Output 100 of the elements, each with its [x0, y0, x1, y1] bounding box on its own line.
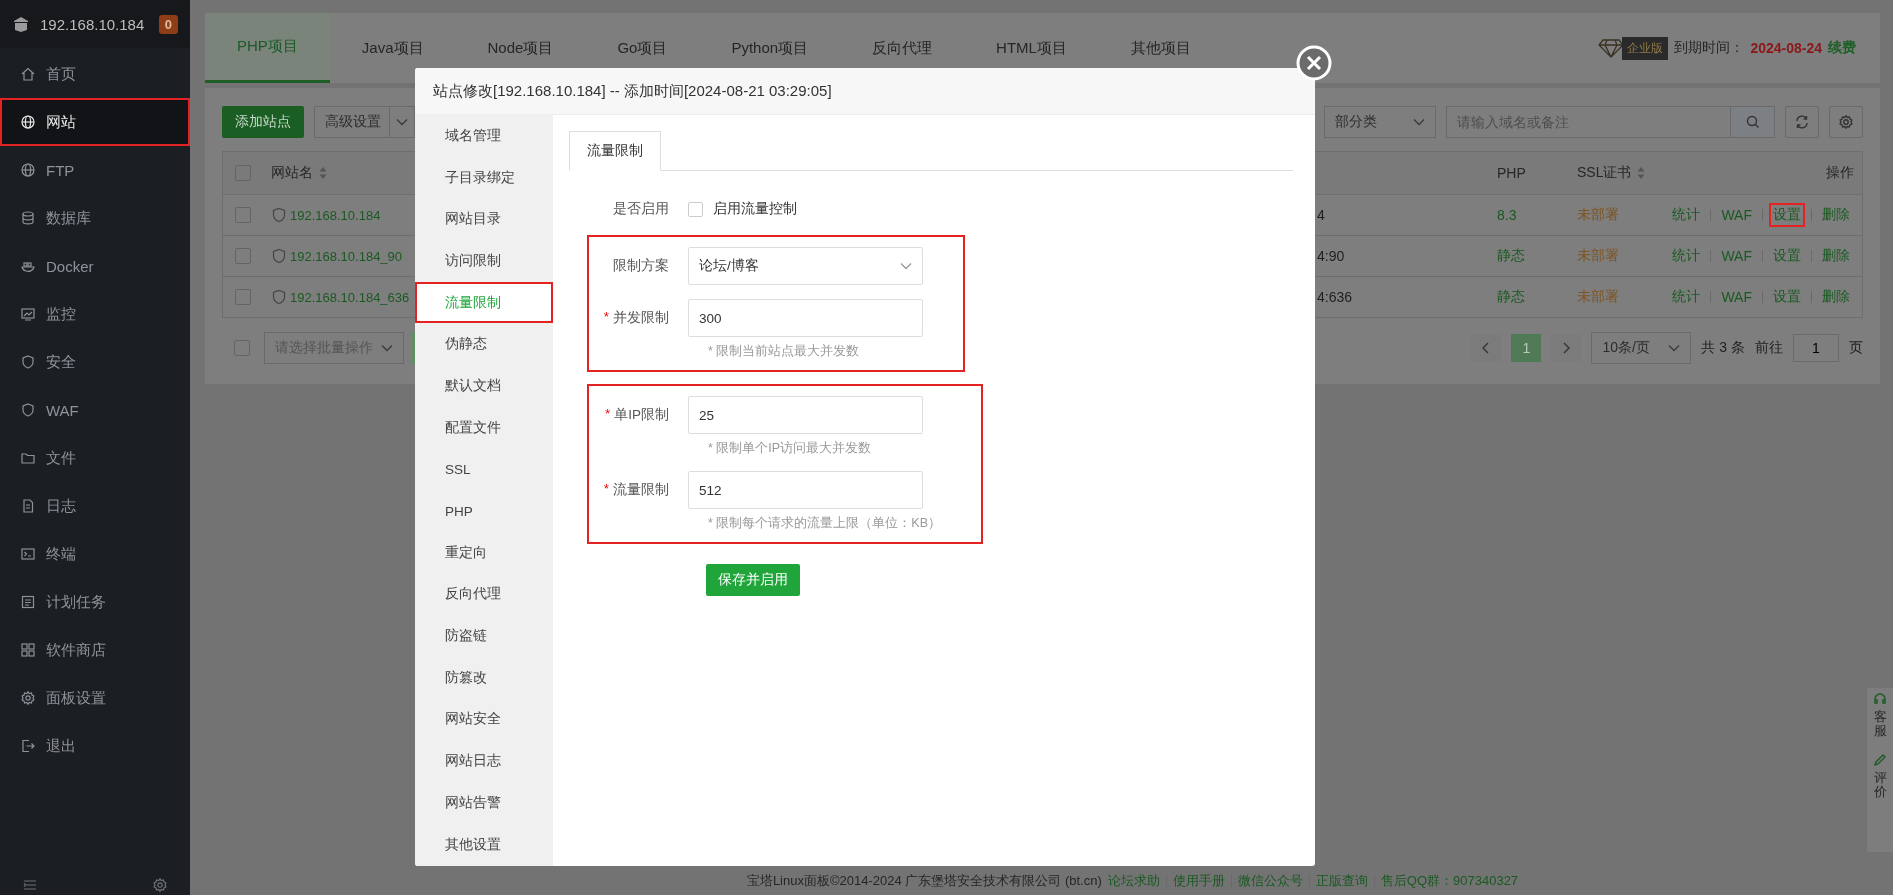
action-link[interactable]: 删除	[1818, 285, 1854, 309]
php-version[interactable]: 静态	[1497, 247, 1525, 263]
sidebar-item[interactable]: FTP	[0, 146, 190, 194]
site-name-link[interactable]: 192.168.10.184_90	[290, 248, 403, 264]
field-hint: * 限制当前站点最大并发数	[708, 343, 861, 360]
site-name-link[interactable]: 192.168.10.184	[290, 207, 381, 223]
page-button[interactable]: 1	[1511, 334, 1542, 362]
action-link[interactable]: WAF	[1717, 245, 1756, 267]
checkbox[interactable]	[234, 340, 250, 356]
sidebar-item[interactable]: 监控	[0, 290, 190, 338]
site-name-link[interactable]: 192.168.10.184_636	[290, 289, 410, 305]
gear-icon[interactable]	[1838, 114, 1854, 130]
refresh-button[interactable]	[1785, 106, 1819, 138]
field-hint: * 限制每个请求的流量上限（单位：KB）	[708, 515, 941, 532]
sidebar-item[interactable]: 软件商店	[0, 626, 190, 674]
dialog-nav-item[interactable]: 防篡改	[415, 656, 553, 699]
sidebar-item[interactable]: 日志	[0, 482, 190, 530]
search-button[interactable]	[1731, 106, 1775, 138]
dialog-nav-item[interactable]: 域名管理	[415, 115, 553, 157]
action-link[interactable]: 统计	[1668, 203, 1705, 227]
search-icon[interactable]	[1744, 114, 1761, 130]
widget-label[interactable]: 评价	[1873, 770, 1887, 800]
page-size-select[interactable]: 10条/页	[1591, 332, 1692, 364]
dialog-nav-item[interactable]: 默认文档	[415, 365, 553, 407]
checkbox[interactable]	[235, 289, 251, 305]
dialog-nav-item[interactable]: 其他设置	[415, 823, 553, 866]
column-header[interactable]: 网站名	[271, 164, 327, 182]
action-link[interactable]: 设置	[1769, 203, 1805, 227]
sidebar-item[interactable]: 文件	[0, 434, 190, 482]
total-count: 共 3 条	[1701, 339, 1745, 357]
dialog-nav-item[interactable]: 访问限制	[415, 240, 553, 282]
category-select[interactable]: 部分类	[1324, 106, 1436, 138]
scheme-select[interactable]: 论坛/博客	[688, 247, 923, 285]
page-input[interactable]: 1	[1793, 334, 1839, 362]
refresh-icon[interactable]	[1794, 114, 1810, 130]
php-version[interactable]: 静态	[1497, 288, 1525, 304]
action-link[interactable]: WAF	[1717, 286, 1756, 308]
dialog-nav-item[interactable]: 伪静态	[415, 323, 553, 366]
add-site-button[interactable]: 添加站点	[222, 106, 304, 138]
dialog-nav-item[interactable]: 反向代理	[415, 573, 553, 616]
sidebar-item[interactable]: 计划任务	[0, 578, 190, 626]
sidebar-item[interactable]: 面板设置	[0, 674, 190, 722]
sort-icon[interactable]	[1637, 166, 1646, 180]
action-link[interactable]: 删除	[1818, 244, 1854, 268]
grid-icon	[20, 642, 36, 658]
sidebar-item[interactable]: 首页	[0, 50, 190, 98]
save-enable-button[interactable]: 保存并启用	[706, 564, 800, 596]
action-link[interactable]: 设置	[1769, 285, 1805, 309]
dialog-nav-item[interactable]: PHP	[415, 490, 553, 532]
dialog-nav-item[interactable]: 网站安全	[415, 698, 553, 741]
side-widget[interactable]: 客服 评价	[1867, 688, 1893, 852]
required-mark: *	[603, 309, 609, 326]
dialog-nav-item[interactable]: 网站日志	[415, 740, 553, 782]
sidebar-item[interactable]: WAF	[0, 386, 190, 434]
dialog-tab[interactable]: 流量限制	[569, 131, 661, 171]
input-field[interactable]: 300	[688, 299, 923, 337]
checkbox[interactable]	[235, 248, 251, 264]
sidebar-item[interactable]: 数据库	[0, 194, 190, 242]
gear-icon[interactable]	[152, 877, 168, 893]
sidebar-item[interactable]: 网站	[0, 98, 190, 146]
dialog-nav-item[interactable]: 配置文件	[415, 406, 553, 449]
dialog-nav-item[interactable]: 网站目录	[415, 198, 553, 241]
action-link[interactable]: 设置	[1769, 244, 1805, 268]
column-header[interactable]: SSL证书	[1577, 164, 1646, 182]
caret-icon	[381, 344, 393, 352]
sidebar-item[interactable]: Docker	[0, 242, 190, 290]
terminal-icon	[20, 546, 36, 562]
project-tab[interactable]: PHP项目	[205, 13, 330, 83]
action-link[interactable]: WAF	[1717, 204, 1756, 226]
copyright-text: 宝塔Linux面板©2014-2024 广东堡塔安全技术有限公司 (bt.cn)	[746, 872, 1102, 890]
dialog-nav-item[interactable]: SSL	[415, 448, 553, 491]
checkbox[interactable]	[235, 207, 251, 223]
notification-badge[interactable]: 0	[158, 14, 178, 34]
close-icon[interactable]	[1296, 45, 1332, 81]
sidebar-item[interactable]: 安全	[0, 338, 190, 386]
project-tab[interactable]: Java项目	[329, 13, 456, 83]
checkbox-label[interactable]: 启用流量控制	[713, 200, 797, 218]
advanced-settings-dropdown[interactable]: 高级设置	[314, 106, 415, 138]
input-field[interactable]: 25	[688, 396, 923, 434]
dialog-nav-item[interactable]: 重定向	[415, 531, 553, 574]
action-link[interactable]: 删除	[1818, 203, 1854, 227]
input-field[interactable]: 512	[688, 471, 923, 509]
dialog-nav-item[interactable]: 流量限制	[415, 281, 553, 324]
pencil-icon	[1873, 752, 1887, 767]
widget-label[interactable]: 客服	[1873, 710, 1887, 739]
dialog-nav-item[interactable]: 子目录绑定	[415, 156, 553, 199]
sidebar-item[interactable]: 终端	[0, 530, 190, 578]
sort-icon[interactable]	[319, 166, 327, 180]
sidebar-item[interactable]: 退出	[0, 722, 190, 770]
settings-button[interactable]	[1829, 106, 1863, 138]
renew-link[interactable]: 续费	[1828, 39, 1856, 57]
dialog-nav-item[interactable]: 网站告警	[415, 782, 553, 824]
action-link[interactable]: 统计	[1668, 244, 1705, 268]
server-address: 192.168.10.184	[40, 15, 145, 33]
field-label: 是否启用	[613, 200, 669, 218]
php-version[interactable]: 8.3	[1497, 207, 1517, 223]
dialog-nav-item[interactable]: 防盗链	[415, 615, 553, 657]
collapse-menu-icon[interactable]	[22, 877, 38, 893]
action-link[interactable]: 统计	[1668, 285, 1705, 309]
document-icon	[20, 498, 36, 514]
